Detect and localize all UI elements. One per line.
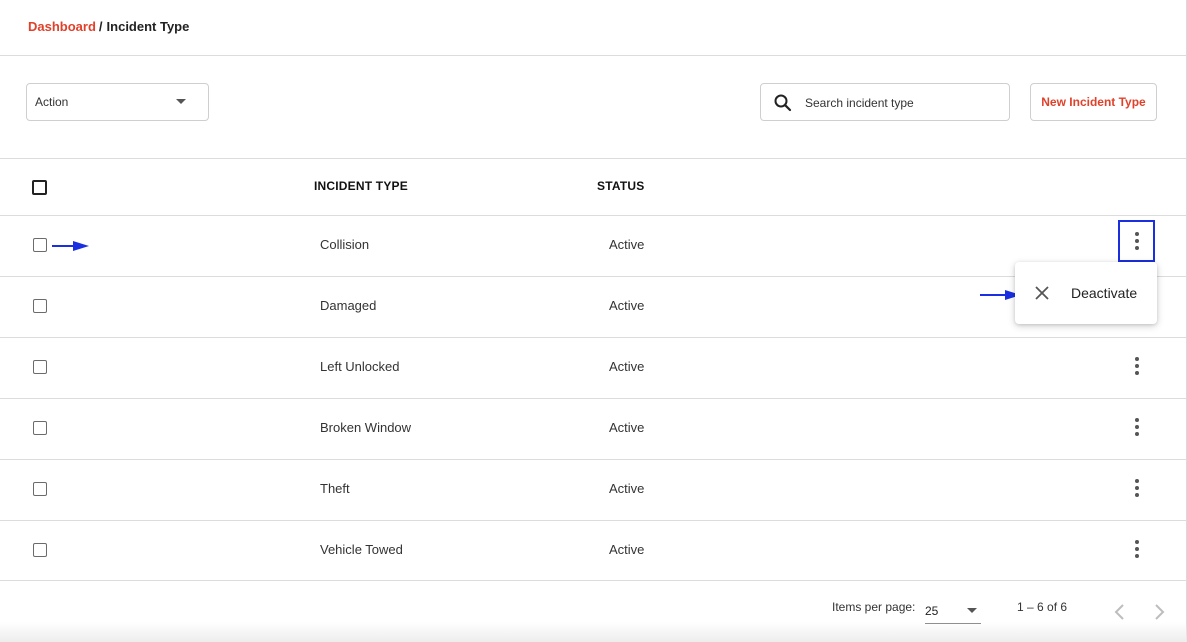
table-row: Left Unlocked Active (0, 337, 1186, 398)
row-checkbox[interactable] (33, 238, 47, 252)
action-dropdown-label: Action (35, 95, 69, 109)
page-title: Incident Type (106, 19, 190, 34)
select-all-checkbox[interactable] (32, 180, 47, 195)
close-icon (1035, 286, 1049, 300)
column-header-incident-type: INCIDENT TYPE (314, 179, 408, 193)
pagination-range: 1 – 6 of 6 (1017, 600, 1068, 614)
incident-type-cell: Damaged (320, 298, 377, 313)
status-cell: Active (609, 359, 645, 374)
more-options-icon[interactable] (1125, 470, 1149, 506)
breadcrumb-dashboard-link[interactable]: Dashboard (28, 19, 96, 34)
row-checkbox[interactable] (33, 360, 47, 374)
footer-shadow (0, 622, 1187, 642)
incident-type-cell: Theft (320, 481, 350, 496)
column-header-status: STATUS (597, 179, 645, 193)
action-dropdown[interactable]: Action (26, 83, 209, 121)
table-top-divider (0, 158, 1186, 159)
table-row: Theft Active (0, 459, 1186, 520)
more-options-icon[interactable] (1125, 348, 1149, 384)
row-checkbox[interactable] (33, 543, 47, 557)
incident-type-cell: Left Unlocked (320, 359, 400, 374)
incident-type-cell: Collision (320, 237, 370, 252)
items-per-page-select[interactable]: 25 (925, 598, 981, 624)
row-actions-menu: Deactivate (1015, 262, 1157, 324)
status-cell: Active (609, 542, 645, 557)
row-checkbox[interactable] (33, 421, 47, 435)
more-options-icon[interactable] (1125, 531, 1149, 567)
new-incident-type-button[interactable]: New Incident Type (1030, 83, 1157, 121)
search-field[interactable] (760, 83, 1010, 121)
table-bottom-divider (0, 580, 1186, 581)
previous-page-icon[interactable] (1110, 602, 1130, 622)
search-input[interactable] (805, 93, 995, 113)
table-row: Collision Active (0, 215, 1186, 276)
chevron-down-icon (176, 99, 186, 104)
table-row: Vehicle Towed Active (0, 520, 1186, 581)
more-options-icon[interactable] (1125, 409, 1149, 445)
items-per-page-label: Items per page: (832, 600, 916, 614)
row-checkbox[interactable] (33, 299, 47, 313)
status-cell: Active (609, 481, 645, 496)
status-cell: Active (609, 420, 645, 435)
breadcrumb: Dashboard / Incident Type (28, 19, 189, 34)
items-per-page-value: 25 (925, 604, 939, 618)
table-row: Broken Window Active (0, 398, 1186, 459)
incident-type-cell: Broken Window (320, 420, 412, 435)
search-icon (774, 94, 792, 112)
status-cell: Active (609, 237, 645, 252)
table-row: Damaged Active (0, 276, 1186, 337)
menu-item-label: Deactivate (1071, 285, 1138, 301)
annotation-arrow-icon (52, 241, 89, 251)
row-checkbox[interactable] (33, 482, 47, 496)
next-page-icon[interactable] (1149, 602, 1169, 622)
status-cell: Active (609, 298, 645, 313)
breadcrumb-separator: / (98, 19, 103, 34)
header-divider (0, 55, 1186, 56)
chevron-down-icon (967, 608, 977, 613)
incident-type-cell: Vehicle Towed (320, 542, 403, 557)
more-options-icon[interactable] (1118, 220, 1155, 262)
menu-item-deactivate[interactable]: Deactivate (1015, 262, 1157, 324)
